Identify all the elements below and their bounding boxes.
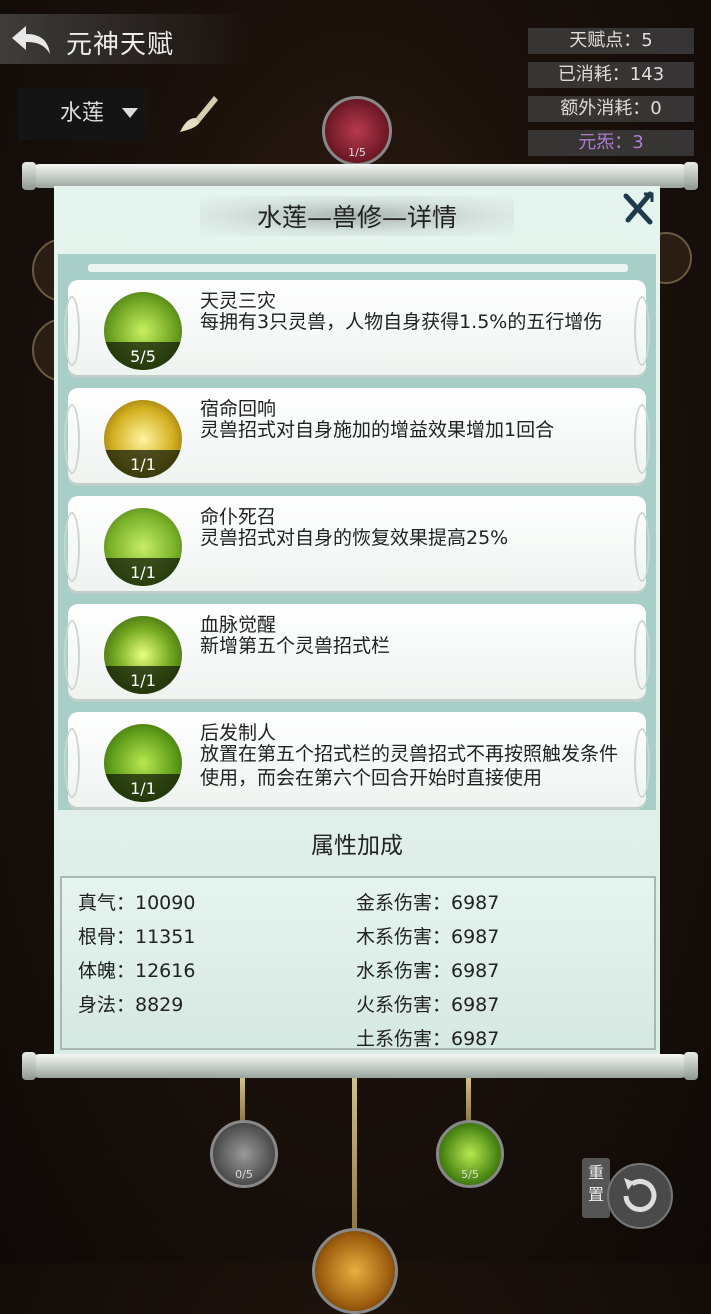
brush-icon[interactable] bbox=[176, 92, 220, 136]
scroll-roller-top bbox=[22, 162, 698, 190]
skill-level: 1/1 bbox=[130, 563, 156, 582]
extra-consumed-badge: 额外消耗：0 bbox=[528, 96, 694, 122]
attr-right: 土系伤害：6987 bbox=[356, 1028, 500, 1050]
skill-name: 天灵三灾 bbox=[200, 290, 277, 312]
skill-level: 1/1 bbox=[130, 779, 156, 798]
skill-icon: 1/1 bbox=[104, 724, 182, 802]
skill-description: 放置在第五个招式栏的灵兽招式不再按照触发条件使用，而会在第六个回合开始时直接使用 bbox=[200, 743, 619, 789]
talent-node-progress: 1/5 bbox=[348, 146, 366, 159]
talent-node-progress: 5/5 bbox=[461, 1168, 479, 1181]
attr-right: 金系伤害：6987 bbox=[356, 892, 500, 914]
skill-level: 5/5 bbox=[130, 347, 156, 366]
skill-name: 血脉觉醒 bbox=[200, 614, 277, 636]
panel-title: 水莲—兽修—详情 bbox=[256, 203, 457, 232]
skill-list[interactable]: 5/5 天灵三灾 每拥有3只灵兽，人物自身获得1.5%的五行增伤 1/1 宿命回… bbox=[58, 254, 656, 810]
talent-node-top[interactable]: 1/5 bbox=[322, 96, 392, 166]
attribute-bonus-box: 真气：10090 根骨：11351 体魄：12616 身法：8829 金系伤害：… bbox=[60, 876, 656, 1050]
chevron-down-icon bbox=[122, 108, 138, 118]
skill-name: 后发制人 bbox=[200, 722, 277, 744]
skill-icon: 1/1 bbox=[104, 400, 182, 478]
talent-node[interactable]: 5/5 bbox=[436, 1120, 504, 1188]
attr-left: 体魄：12616 bbox=[78, 960, 196, 982]
skill-name: 命仆死召 bbox=[200, 506, 277, 528]
skill-description: 每拥有3只灵兽，人物自身获得1.5%的五行增伤 bbox=[200, 311, 603, 333]
skill-level: 1/1 bbox=[130, 671, 156, 690]
skill-description: 灵兽招式对自身的恢复效果提高25% bbox=[200, 527, 509, 549]
talent-node-progress: 0/5 bbox=[235, 1168, 253, 1181]
skill-item[interactable]: 1/1 宿命回响 灵兽招式对自身施加的增益效果增加1回合 bbox=[64, 388, 650, 486]
skill-item[interactable]: 1/1 命仆死召 灵兽招式对自身的恢复效果提高25% bbox=[64, 496, 650, 594]
skill-description: 灵兽招式对自身施加的增益效果增加1回合 bbox=[200, 419, 555, 441]
reset-icon[interactable] bbox=[606, 1162, 674, 1230]
yuanqi-badge: 元炁：3 bbox=[528, 130, 694, 156]
talent-node[interactable]: 0/5 bbox=[210, 1120, 278, 1188]
back-arrow-icon[interactable] bbox=[8, 22, 54, 58]
attr-right: 火系伤害：6987 bbox=[356, 994, 500, 1016]
detail-panel: 水莲—兽修—详情 5/5 天灵三灾 每拥有3只灵兽，人物自身获得1.5%的五行增… bbox=[54, 186, 660, 1054]
attr-right: 木系伤害：6987 bbox=[356, 926, 500, 948]
talent-node[interactable] bbox=[312, 1228, 398, 1314]
skill-item[interactable]: 1/1 后发制人 放置在第五个招式栏的灵兽招式不再按照触发条件使用，而会在第六个… bbox=[64, 712, 650, 810]
skill-description: 新增第五个灵兽招式栏 bbox=[200, 635, 391, 657]
skill-name: 宿命回响 bbox=[200, 398, 277, 420]
skill-icon: 1/1 bbox=[104, 616, 182, 694]
attr-left: 根骨：11351 bbox=[78, 926, 196, 948]
skill-icon: 1/1 bbox=[104, 508, 182, 586]
attr-left: 身法：8829 bbox=[78, 994, 184, 1016]
page-title: 元神天赋 bbox=[66, 30, 175, 60]
consumed-badge: 已消耗：143 bbox=[528, 62, 694, 88]
close-icon[interactable] bbox=[620, 190, 656, 226]
element-dropdown[interactable]: 水莲 bbox=[18, 88, 146, 140]
skill-item[interactable]: 1/1 血脉觉醒 新增第五个灵兽招式栏 bbox=[64, 604, 650, 702]
scroll-roller-bottom bbox=[22, 1052, 698, 1080]
attr-left: 真气：10090 bbox=[78, 892, 196, 914]
skill-level: 1/1 bbox=[130, 455, 156, 474]
skill-icon: 5/5 bbox=[104, 292, 182, 370]
attr-right: 水系伤害：6987 bbox=[356, 960, 500, 982]
skill-item[interactable]: 5/5 天灵三灾 每拥有3只灵兽，人物自身获得1.5%的五行增伤 bbox=[64, 280, 650, 378]
element-dropdown-label: 水莲 bbox=[60, 101, 105, 126]
talent-points-badge: 天赋点：5 bbox=[528, 28, 694, 54]
attribute-bonus-title: 属性加成 bbox=[311, 833, 403, 859]
